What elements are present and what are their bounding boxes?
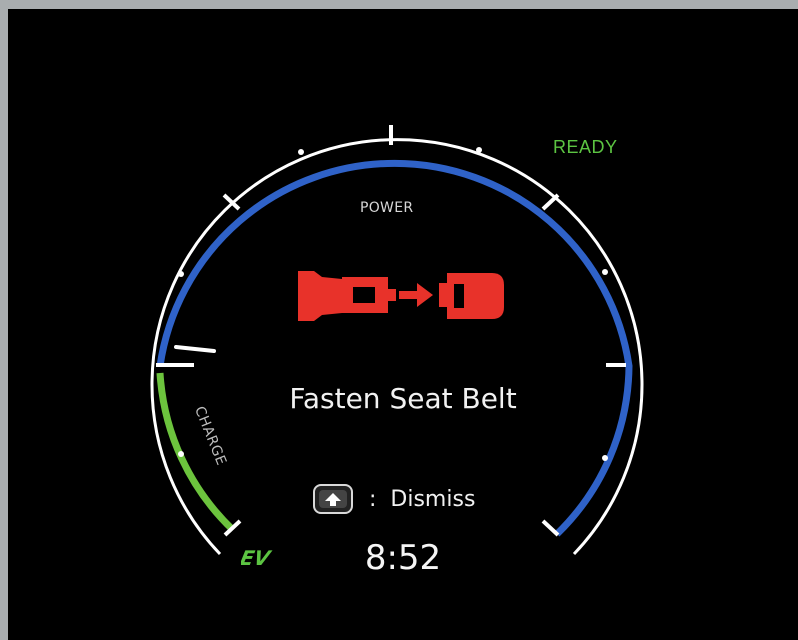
steering-button-up-icon	[313, 484, 353, 514]
power-needle	[174, 345, 216, 353]
alert-message: Fasten Seat Belt	[289, 382, 517, 415]
tick-upper-right	[541, 193, 560, 211]
ready-indicator: READY	[553, 137, 618, 157]
tick-lower-right	[541, 519, 560, 537]
dismiss-separator: :	[369, 486, 377, 512]
dot-5	[178, 451, 184, 457]
clock: 8:52	[364, 538, 442, 578]
dot-3	[178, 271, 184, 277]
dismiss-label: Dismiss	[390, 486, 476, 512]
power-label: POWER	[360, 200, 414, 216]
dismiss-hint: : Dismiss	[313, 479, 475, 519]
dot-1	[298, 149, 304, 155]
major-ticks	[156, 125, 626, 537]
dot-4	[602, 269, 608, 275]
dot-6	[602, 455, 608, 461]
seatbelt-warning-icon	[298, 271, 504, 321]
instrument-cluster-display: READY POWER CHARGE Fasten Seat Belt : Di…	[8, 9, 798, 640]
dot-2	[476, 147, 482, 153]
